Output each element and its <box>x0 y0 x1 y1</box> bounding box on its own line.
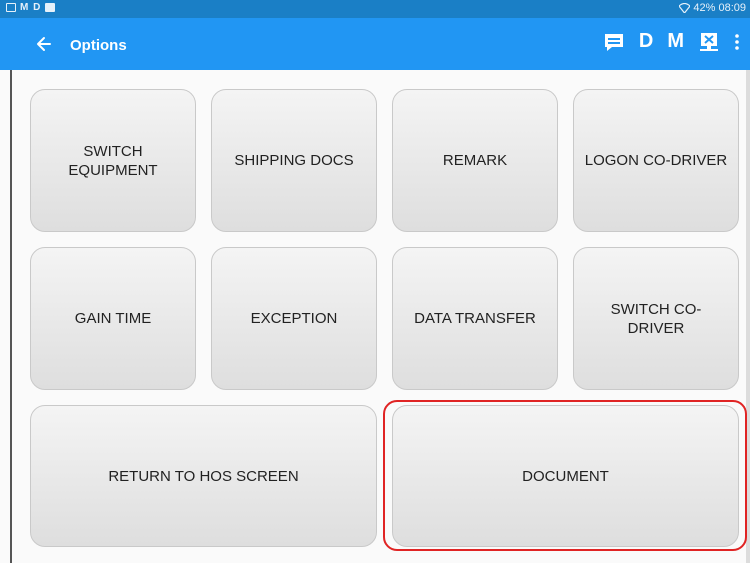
message-icon[interactable] <box>603 31 625 53</box>
return-to-hos-screen-label: RETURN TO HOS SCREEN <box>108 467 299 485</box>
exception-label: EXCEPTION <box>250 310 338 327</box>
shipping-docs-label: SHIPPING DOCS <box>234 152 354 169</box>
logon-co-driver-label: LOGON CO-DRIVER <box>584 152 728 169</box>
switch-co-driver-button[interactable]: SWITCH CO-DRIVER <box>573 247 739 390</box>
shipping-docs-button[interactable]: SHIPPING DOCS <box>211 89 377 232</box>
wifi-icon <box>679 3 691 13</box>
right-edge <box>746 70 750 563</box>
switch-co-driver-label: SWITCH CO-DRIVER <box>610 300 702 337</box>
page-title: Options <box>70 37 127 54</box>
data-transfer-label: DATA TRANSFER <box>414 310 536 327</box>
document-button[interactable]: DOCUMENT <box>392 405 739 547</box>
switch-equipment-button[interactable]: SWITCH EQUIPMENT <box>30 89 196 232</box>
overflow-menu-icon[interactable] <box>734 33 740 51</box>
logon-co-driver-button[interactable]: LOGON CO-DRIVER <box>573 89 739 232</box>
gain-time-label: GAIN TIME <box>74 310 152 327</box>
return-to-hos-screen-button[interactable]: RETURN TO HOS SCREEN <box>30 405 377 547</box>
app-bar-actions: D M <box>603 30 740 53</box>
exception-button[interactable]: EXCEPTION <box>211 247 377 390</box>
notification-letters: M D <box>20 2 42 13</box>
gain-time-button[interactable]: GAIN TIME <box>30 247 196 390</box>
battery-time-text: 42% 08:09 <box>693 2 746 14</box>
back-arrow-icon[interactable] <box>34 31 54 57</box>
m-status-button[interactable]: M <box>667 30 684 53</box>
d-status-button[interactable]: D <box>639 30 653 53</box>
status-notifications: M D <box>6 2 56 13</box>
remark-label: REMARK <box>442 152 508 169</box>
document-label: DOCUMENT <box>522 467 609 485</box>
app-bar: Options D M <box>0 18 750 70</box>
monitor-icon[interactable] <box>698 31 720 53</box>
notification-image-icon <box>45 3 56 12</box>
data-transfer-button[interactable]: DATA TRANSFER <box>392 247 558 390</box>
left-divider <box>10 70 12 563</box>
remark-button[interactable]: REMARK <box>392 89 558 232</box>
status-bar: M D 42% 08:09 <box>0 0 750 18</box>
switch-equipment-label: SWITCH EQUIPMENT <box>68 142 158 179</box>
status-system: 42% 08:09 <box>679 2 746 14</box>
notification-square-icon <box>6 3 16 12</box>
